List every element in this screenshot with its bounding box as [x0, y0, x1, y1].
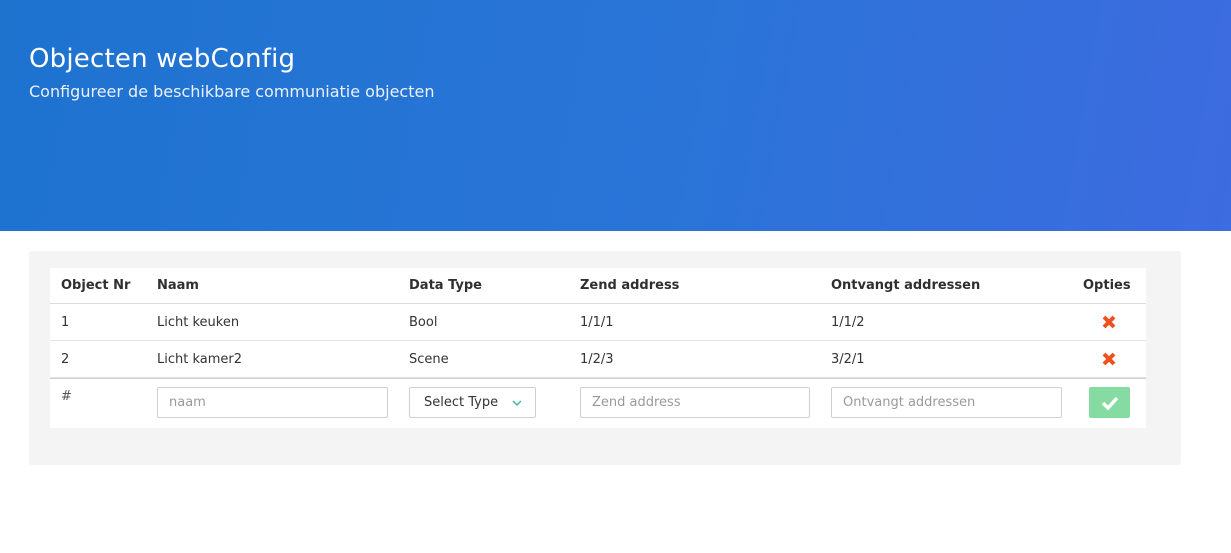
new-object-row: # Select Type — [50, 378, 1146, 428]
table-row: 1 Licht keuken Bool 1/1/1 1/1/2 — [50, 304, 1146, 341]
ontvangt-addressen-cell: 3/2/1 — [831, 351, 865, 367]
objects-table: Object Nr Naam Data Type Zend address On… — [50, 268, 1146, 428]
data-type-select[interactable]: Select Type — [409, 387, 536, 418]
column-header-zend-address: Zend address — [580, 278, 680, 293]
chevron-down-icon — [512, 400, 522, 406]
delete-row-button[interactable] — [1101, 314, 1117, 330]
column-header-data-type: Data Type — [409, 278, 482, 293]
page-subtitle: Configureer de beschikbare communiatie o… — [29, 82, 435, 101]
objects-panel: Object Nr Naam Data Type Zend address On… — [29, 251, 1181, 465]
new-row-number-symbol: # — [61, 389, 72, 404]
table-row: 2 Licht kamer2 Scene 1/2/3 3/2/1 — [50, 341, 1146, 378]
naam-cell: Licht kamer2 — [157, 351, 243, 367]
close-icon — [1102, 352, 1116, 366]
column-header-ontvangt-addressen: Ontvangt addressen — [831, 278, 981, 293]
table-header-row: Object Nr Naam Data Type Zend address On… — [50, 268, 1146, 304]
page-title: Objecten webConfig — [29, 44, 296, 74]
delete-row-button[interactable] — [1101, 351, 1117, 367]
naam-input[interactable] — [157, 387, 388, 418]
page-header: Objecten webConfig Configureer de beschi… — [0, 0, 1231, 231]
ontvangt-addressen-input[interactable] — [831, 387, 1062, 418]
check-icon — [1101, 396, 1118, 410]
close-icon — [1102, 315, 1116, 329]
zend-address-cell: 1/1/1 — [580, 314, 614, 330]
zend-address-cell: 1/2/3 — [580, 351, 614, 367]
column-header-opties: Opties — [1083, 278, 1131, 293]
naam-cell: Licht keuken — [157, 314, 240, 330]
object-nr-cell: 1 — [61, 314, 70, 330]
data-type-cell: Bool — [409, 314, 438, 330]
ontvangt-addressen-cell: 1/1/2 — [831, 314, 865, 330]
column-header-naam: Naam — [157, 278, 199, 293]
column-header-object-nr: Object Nr — [61, 278, 131, 293]
add-object-button[interactable] — [1089, 387, 1130, 418]
zend-address-input[interactable] — [580, 387, 810, 418]
data-type-cell: Scene — [409, 351, 449, 367]
object-nr-cell: 2 — [61, 351, 70, 367]
data-type-select-value: Select Type — [424, 395, 499, 410]
